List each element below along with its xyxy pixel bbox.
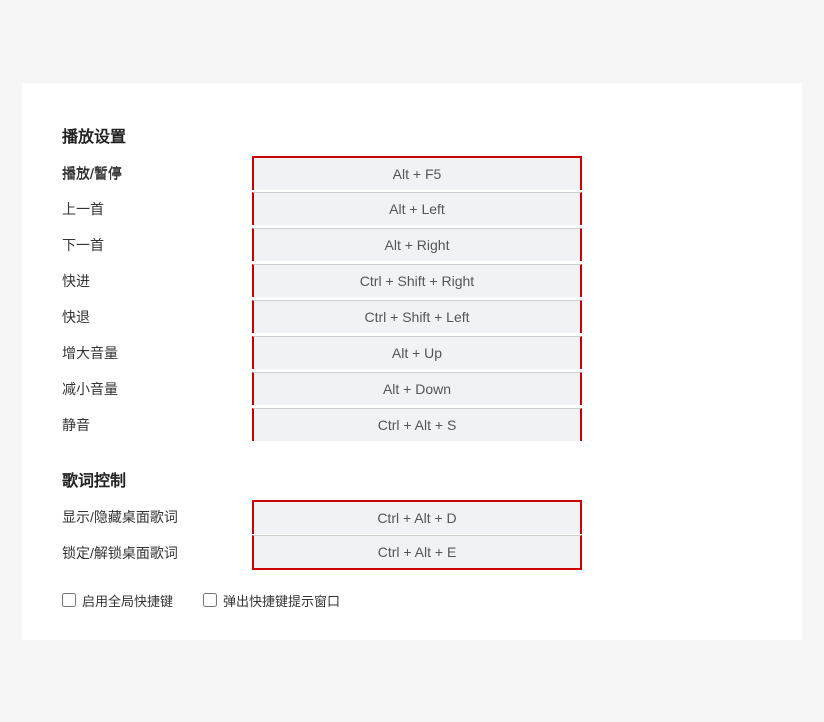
key-cell-lock-lyrics: Ctrl + Alt + E: [252, 535, 762, 571]
row-forward: 快进 Ctrl + Shift + Right: [62, 263, 762, 299]
section-title-playback: 播放设置: [62, 113, 762, 155]
row-prev: 上一首 Alt + Left: [62, 191, 762, 227]
key-cell-mute: Ctrl + Alt + S: [252, 407, 762, 443]
row-show-lyrics: 显示/隐藏桌面歌词 Ctrl + Alt + D: [62, 499, 762, 535]
key-next[interactable]: Alt + Right: [254, 229, 580, 261]
row-vol-up: 增大音量 Alt + Up: [62, 335, 762, 371]
key-cell-vol-down: Alt + Down: [252, 371, 762, 407]
lyrics-shortcuts-table: 显示/隐藏桌面歌词 Ctrl + Alt + D 锁定/解锁桌面歌词 Ctrl …: [62, 499, 762, 571]
checkbox-popup[interactable]: 弹出快捷键提示窗口: [203, 591, 340, 610]
footer-row: 启用全局快捷键 弹出快捷键提示窗口: [62, 591, 762, 610]
settings-panel: 播放设置 播放/暂停 播放/暂停: [22, 83, 802, 640]
key-rewind[interactable]: Ctrl + Shift + Left: [254, 301, 580, 333]
row-rewind: 快退 Ctrl + Shift + Left: [62, 299, 762, 335]
checkbox-global-shortcuts-input[interactable]: [62, 593, 76, 607]
label-vol-down: 减小音量: [62, 371, 252, 407]
key-vol-up[interactable]: Alt + Up: [254, 337, 580, 369]
key-show-lyrics[interactable]: Ctrl + Alt + D: [254, 502, 580, 534]
key-vol-down[interactable]: Alt + Down: [254, 373, 580, 405]
checkbox-global-shortcuts-label: 启用全局快捷键: [82, 591, 173, 610]
key-cell-forward: Ctrl + Shift + Right: [252, 263, 762, 299]
key-forward[interactable]: Ctrl + Shift + Right: [254, 265, 580, 297]
shortcuts-table: 播放/暂停 Alt + F5 上一首 Alt + Left: [62, 155, 762, 443]
checkbox-popup-input[interactable]: [203, 593, 217, 607]
section-title-lyrics: 歌词控制: [62, 457, 762, 499]
key-cell-next: Alt + Right: [252, 227, 762, 263]
key-lock-lyrics[interactable]: Ctrl + Alt + E: [254, 536, 580, 568]
row-mute: 静音 Ctrl + Alt + S: [62, 407, 762, 443]
label-next: 下一首: [62, 227, 252, 263]
row-lock-lyrics: 锁定/解锁桌面歌词 Ctrl + Alt + E: [62, 535, 762, 571]
label-lock-lyrics: 锁定/解锁桌面歌词: [62, 535, 252, 571]
key-cell-prev: Alt + Left: [252, 191, 762, 227]
key-prev[interactable]: Alt + Left: [254, 193, 580, 225]
checkbox-popup-label: 弹出快捷键提示窗口: [223, 591, 340, 610]
label-prev: 上一首: [62, 191, 252, 227]
key-cell-rewind: Ctrl + Shift + Left: [252, 299, 762, 335]
row-vol-down: 减小音量 Alt + Down: [62, 371, 762, 407]
label-show-lyrics: 显示/隐藏桌面歌词: [62, 499, 252, 535]
checkbox-global-shortcuts[interactable]: 启用全局快捷键: [62, 591, 173, 610]
label-vol-up: 增大音量: [62, 335, 252, 371]
key-cell-show-lyrics: Ctrl + Alt + D: [252, 499, 762, 535]
row-next: 下一首 Alt + Right: [62, 227, 762, 263]
label-forward: 快进: [62, 263, 252, 299]
key-mute[interactable]: Ctrl + Alt + S: [254, 409, 580, 441]
label-mute: 静音: [62, 407, 252, 443]
key-cell-vol-up: Alt + Up: [252, 335, 762, 371]
label-play-pause: 播放/暂停: [62, 155, 252, 193]
label-rewind: 快退: [62, 299, 252, 335]
